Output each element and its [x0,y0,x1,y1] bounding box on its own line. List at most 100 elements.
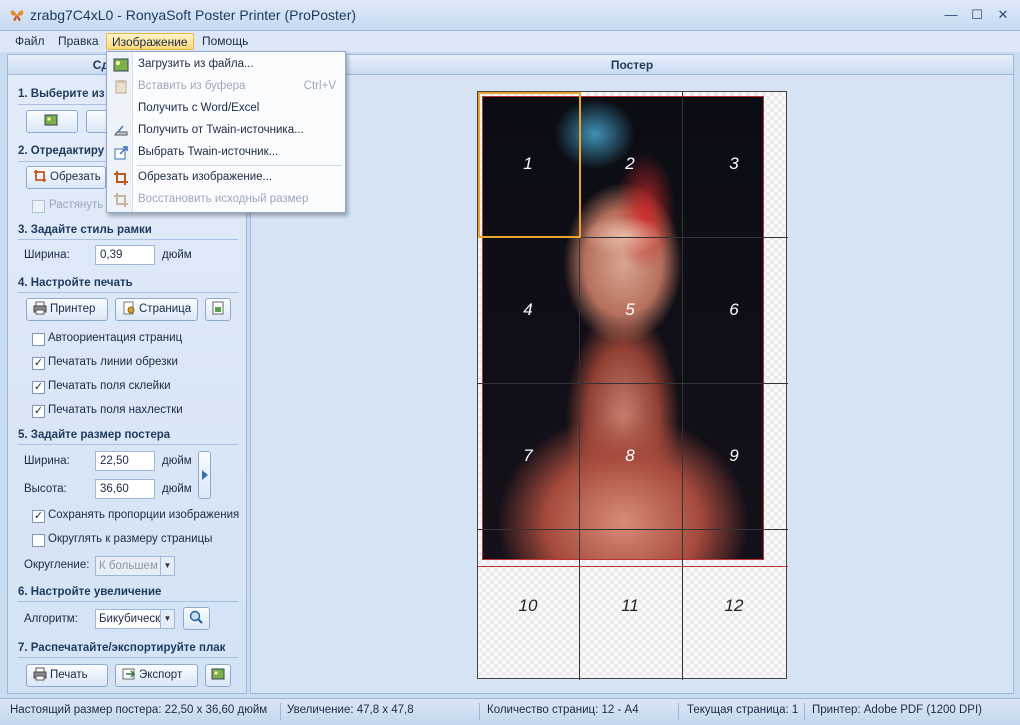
poster-height-unit: дюйм [162,483,192,495]
print-preview-button[interactable] [205,298,231,321]
print-overlap-margins-checkbox[interactable]: ✓ [32,405,45,418]
menu-item-label: Выбрать Twain-источник... [138,146,279,158]
page-number[interactable]: 6 [714,300,754,320]
image-icon [211,668,225,680]
stretch-label: Растянуть и [49,199,113,211]
keep-proportions-checkbox[interactable]: ✓ [32,510,45,523]
load-image-button[interactable] [26,110,78,133]
algorithm-label: Алгоритм: [24,613,78,625]
menu-help[interactable]: Помощь [197,33,253,50]
export-button-label: Экспорт [139,669,183,681]
page-number[interactable]: 8 [610,446,650,466]
print-cut-lines-checkbox[interactable]: ✓ [32,357,45,370]
poster-width-input[interactable]: 22,50 [95,451,155,471]
auto-orient-label: Автоориентация страниц [48,332,183,344]
crop-button[interactable]: Обрезать [26,166,106,189]
print-overlap-margins-label: Печатать поля нахлестки [48,404,183,416]
status-printer: Принтер: Adobe PDF (1200 DPI) [812,704,983,716]
section-frame-style: 3. Задайте стиль рамки [18,224,152,236]
menu-get-from-twain[interactable]: Получить от Twain-источника... [108,120,344,142]
menu-item-label: Загрузить из файла... [138,58,254,70]
print-cut-lines-label: Печатать линии обрезки [48,356,178,368]
menu-bar: Файл Правка Изображение Помощь [0,31,1020,52]
algorithm-select-value: Бикубическ [99,613,161,625]
page-number[interactable]: 12 [714,596,754,616]
page-number[interactable]: 4 [508,300,548,320]
poster-preview[interactable]: 1 2 3 4 5 6 7 8 9 10 11 12 [477,91,788,680]
algorithm-preview-button[interactable] [183,607,210,630]
print-glue-margins-checkbox[interactable]: ✓ [32,381,45,394]
auto-orient-checkbox[interactable] [32,333,45,346]
minimize-button[interactable]: — [940,6,962,24]
page-grid-line [478,529,788,530]
menu-paste-from-clipboard[interactable]: Вставить из буфера Ctrl+V [108,76,344,98]
page-button[interactable]: Страница [115,298,198,321]
export-button[interactable]: Экспорт [115,664,198,687]
poster-panel: Постер 1 2 3 4 5 6 7 8 9 10 11 12 [250,54,1014,694]
page-number[interactable]: 1 [508,154,548,174]
butterfly-app-icon [10,10,24,21]
menu-get-from-word-excel[interactable]: Получить с Word/Excel [108,98,344,120]
poster-height-input[interactable]: 36,60 [95,479,155,499]
page-number[interactable]: 5 [610,300,650,320]
frame-width-label: Ширина: [24,249,70,261]
close-button[interactable]: ✕ [992,6,1014,24]
menu-item-label: Получить с Word/Excel [138,102,260,114]
menu-edit[interactable]: Правка [53,33,104,50]
print-glue-margins-label: Печатать поля склейки [48,380,171,392]
page-number[interactable]: 2 [610,154,650,174]
chevron-down-icon: ▼ [160,557,174,575]
poster-height-label: Высота: [24,483,67,495]
crop-button-label: Обрезать [50,171,101,183]
frame-width-input[interactable]: 0,39 [95,245,155,265]
status-divider [678,703,679,720]
page-number[interactable]: 7 [508,446,548,466]
window-title: zrabg7C4xL0 - RonyaSoft Poster Printer (… [30,7,357,23]
menu-file[interactable]: Файл [10,33,50,50]
rounding-label: Округление: [24,559,90,571]
rounding-select[interactable]: К большем ▼ [95,556,175,576]
status-bar: Настоящий размер постера: 22,50 x 36,60 … [0,698,1020,725]
menu-crop-image[interactable]: Обрезать изображение... [108,167,344,189]
frame-width-unit: дюйм [162,249,192,261]
crop-icon [114,171,128,185]
status-zoom: Увеличение: 47,8 x 47,8 [287,704,414,716]
print-button[interactable]: Печать [26,664,108,687]
restore-icon [114,193,128,207]
section-divider [18,292,238,293]
algorithm-select[interactable]: Бикубическ ▼ [95,609,175,629]
page-number[interactable]: 10 [508,596,548,616]
status-divider [479,703,480,720]
section-enlargement: 6. Настройте увеличение [18,586,162,598]
status-real-size: Настоящий размер постера: 22,50 x 36,60 … [10,704,268,716]
status-divider [804,703,805,720]
crop-icon [34,170,46,182]
section-divider [18,444,238,445]
printer-button[interactable]: Принтер [26,298,108,321]
page-grid-line [682,92,683,680]
page-grid-line [478,383,788,384]
maximize-button[interactable]: ☐ [966,6,988,24]
page-number[interactable]: 9 [714,446,754,466]
page-number[interactable]: 3 [714,154,754,174]
menu-restore-original-size[interactable]: Восстановить исходный размер [108,189,344,211]
menu-image[interactable]: Изображение [106,33,194,50]
menu-shortcut: Ctrl+V [303,80,336,92]
menu-load-from-file[interactable]: Загрузить из файла... [108,54,344,76]
page-number[interactable]: 11 [610,596,650,616]
stretch-checkbox[interactable] [32,200,45,213]
menu-separator [137,165,342,166]
menu-select-twain-source[interactable]: Выбрать Twain-источник... [108,142,344,164]
export-icon [122,668,136,680]
section-poster-size: 5. Задайте размер постера [18,429,171,441]
link-size-button[interactable] [198,451,211,499]
arrow-right-icon [202,470,208,480]
image-bottom-edge [478,566,788,567]
keep-proportions-label: Сохранять пропорции изображения [48,509,240,521]
section-print-setup: 4. Настройте печать [18,277,133,289]
round-to-page-checkbox[interactable] [32,534,45,547]
menu-item-label: Восстановить исходный размер [138,193,309,205]
chevron-down-icon: ▼ [160,610,174,628]
poster-panel-header: Постер [251,55,1013,75]
export-image-button[interactable] [205,664,231,687]
